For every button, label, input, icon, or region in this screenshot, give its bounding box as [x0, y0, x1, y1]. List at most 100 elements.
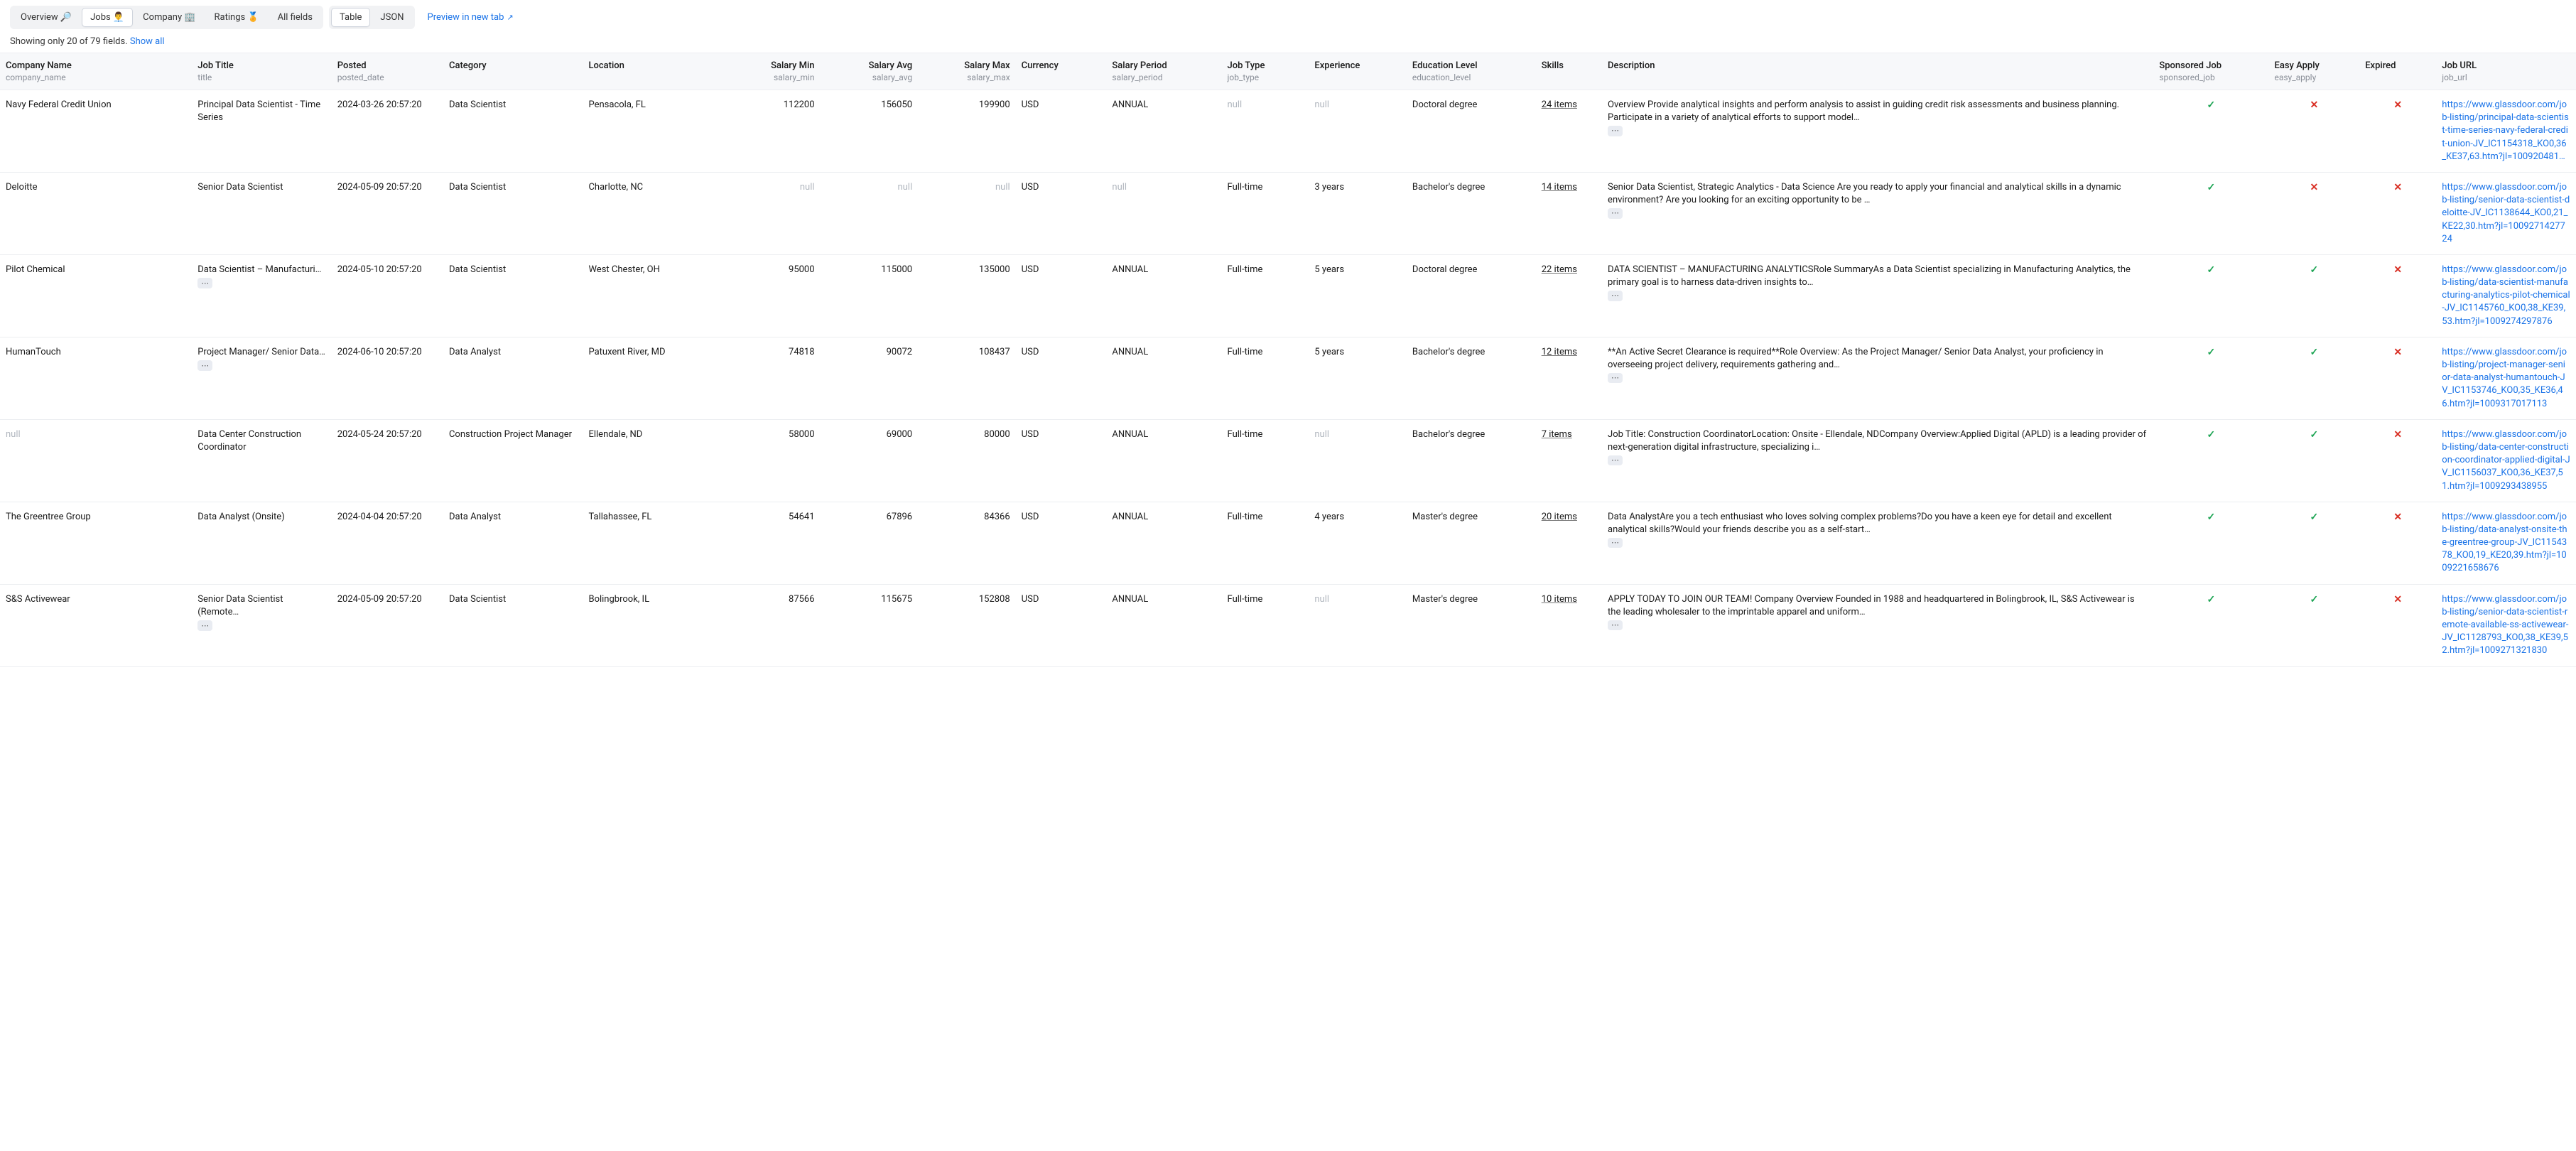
column-header[interactable]: Postedposted_date [332, 53, 443, 90]
education-cell: Doctoral degree [1407, 90, 1536, 173]
entity-tab-1[interactable]: Jobs 👨‍💼 [82, 8, 133, 27]
title-cell: Project Manager/ Senior Data…⋯ [192, 337, 332, 419]
column-header[interactable]: Skills [1536, 53, 1602, 90]
view-tab-0[interactable]: Table [331, 8, 370, 27]
skills-link[interactable]: 22 items [1542, 264, 1577, 276]
location-cell: West Chester, OH [583, 254, 723, 337]
job-url-link[interactable]: https://www.glassdoor.com/job-listing/da… [2442, 264, 2570, 328]
currency-cell: USD [1016, 419, 1107, 502]
sponsored-check-icon: ✓ [2153, 254, 2268, 337]
salary-cell: 67896 [821, 502, 919, 584]
show-all-link[interactable]: Show all [130, 36, 165, 47]
view-tab-1[interactable]: JSON [372, 8, 412, 27]
column-header[interactable]: Job URLjob_url [2436, 53, 2576, 90]
expand-icon[interactable]: ⋯ [1608, 373, 1623, 383]
expand-icon[interactable]: ⋯ [197, 360, 212, 371]
column-header[interactable]: Sponsored Jobsponsored_job [2153, 53, 2268, 90]
column-header[interactable]: Salary Minsalary_min [723, 53, 821, 90]
skills-link[interactable]: 10 items [1542, 593, 1577, 606]
url-cell: https://www.glassdoor.com/job-listing/se… [2436, 584, 2576, 666]
entity-tab-2[interactable]: Company 🏢 [134, 8, 204, 27]
column-header[interactable]: Description [1602, 53, 2153, 90]
experience-cell: 3 years [1309, 172, 1407, 254]
column-subheader: salary_period [1112, 72, 1216, 82]
column-header[interactable]: Salary Avgsalary_avg [821, 53, 919, 90]
description-cell: Senior Data Scientist, Strategic Analyti… [1602, 172, 2153, 254]
null-value: null [1314, 99, 1329, 110]
expand-icon[interactable]: ⋯ [1608, 538, 1623, 548]
expand-icon[interactable]: ⋯ [1608, 126, 1623, 136]
title-cell: Data Center Construction Coordinator [192, 419, 332, 502]
url-cell: https://www.glassdoor.com/job-listing/da… [2436, 254, 2576, 337]
posted-cell: 2024-04-04 20:57:20 [332, 502, 443, 584]
column-header[interactable]: Job Titletitle [192, 53, 332, 90]
salary-cell: 156050 [821, 90, 919, 173]
expand-icon[interactable]: ⋯ [197, 278, 212, 288]
company-cell: null [0, 419, 192, 502]
job-url-link[interactable]: https://www.glassdoor.com/job-listing/pr… [2442, 346, 2570, 411]
column-header[interactable]: Salary Periodsalary_period [1106, 53, 1221, 90]
table-row: DeloitteSenior Data Scientist2024-05-09 … [0, 172, 2576, 254]
sponsored-check-icon: ✓ [2153, 584, 2268, 666]
experience-cell: null [1309, 584, 1407, 666]
column-header[interactable]: Company Namecompany_name [0, 53, 192, 90]
job-url-link[interactable]: https://www.glassdoor.com/job-listing/da… [2442, 511, 2570, 576]
expired-cross-icon: ✕ [2359, 337, 2436, 419]
skills-link[interactable]: 12 items [1542, 346, 1577, 359]
job-url-link[interactable]: https://www.glassdoor.com/job-listing/da… [2442, 428, 2570, 493]
education-cell: Master's degree [1407, 502, 1536, 584]
entity-tab-3[interactable]: Ratings 🏅 [206, 8, 268, 27]
url-cell: https://www.glassdoor.com/job-listing/pr… [2436, 337, 2576, 419]
column-header[interactable]: Job Typejob_type [1222, 53, 1309, 90]
null-value: null [1112, 182, 1127, 193]
job-url-link[interactable]: https://www.glassdoor.com/job-listing/pr… [2442, 99, 2570, 163]
salary-cell: 87566 [723, 584, 821, 666]
preview-in-new-tab[interactable]: Preview in new tab ↗ [421, 9, 521, 26]
education-cell: Bachelor's degree [1407, 172, 1536, 254]
period-cell: ANNUAL [1106, 337, 1221, 419]
education-cell: Doctoral degree [1407, 254, 1536, 337]
column-header[interactable]: Easy Applyeasy_apply [2268, 53, 2359, 90]
salary-cell: null [723, 172, 821, 254]
column-header[interactable]: Expired [2359, 53, 2436, 90]
salary-cell: 90072 [821, 337, 919, 419]
column-header[interactable]: Location [583, 53, 723, 90]
period-cell: ANNUAL [1106, 419, 1221, 502]
salary-cell: 199900 [918, 90, 1016, 173]
jobtype-cell: Full-time [1222, 254, 1309, 337]
location-cell: Ellendale, ND [583, 419, 723, 502]
job-url-link[interactable]: https://www.glassdoor.com/job-listing/se… [2442, 181, 2570, 246]
currency-cell: USD [1016, 90, 1107, 173]
jobtype-cell: Full-time [1222, 502, 1309, 584]
skills-link[interactable]: 24 items [1542, 99, 1577, 112]
entity-tab-4[interactable]: All fields [269, 8, 321, 27]
expand-icon[interactable]: ⋯ [1608, 620, 1623, 630]
null-value: null [800, 182, 815, 193]
column-subheader: company_name [6, 72, 186, 82]
salary-cell: null [821, 172, 919, 254]
column-header[interactable]: Category [443, 53, 583, 90]
expand-icon[interactable]: ⋯ [1608, 208, 1623, 218]
skills-link[interactable]: 7 items [1542, 428, 1572, 441]
column-header[interactable]: Currency [1016, 53, 1107, 90]
category-cell: Data Analyst [443, 337, 583, 419]
skills-link[interactable]: 20 items [1542, 511, 1577, 524]
job-url-link[interactable]: https://www.glassdoor.com/job-listing/se… [2442, 593, 2570, 658]
expand-icon[interactable]: ⋯ [197, 620, 212, 631]
skills-link[interactable]: 14 items [1542, 181, 1577, 194]
easy-apply-check-icon: ✓ [2268, 584, 2359, 666]
expand-icon[interactable]: ⋯ [1608, 455, 1623, 465]
expand-icon[interactable]: ⋯ [1608, 291, 1623, 301]
experience-cell: 5 years [1309, 337, 1407, 419]
jobtype-cell: Full-time [1222, 337, 1309, 419]
column-header[interactable]: Education Leveleducation_level [1407, 53, 1536, 90]
column-header[interactable]: Salary Maxsalary_max [918, 53, 1016, 90]
period-cell: ANNUAL [1106, 502, 1221, 584]
easy-apply-check-icon: ✓ [2268, 502, 2359, 584]
skills-cell: 20 items [1536, 502, 1602, 584]
url-cell: https://www.glassdoor.com/job-listing/da… [2436, 419, 2576, 502]
column-header[interactable]: Experience [1309, 53, 1407, 90]
entity-tab-0[interactable]: Overview 🔎 [12, 8, 80, 27]
location-cell: Charlotte, NC [583, 172, 723, 254]
skills-cell: 14 items [1536, 172, 1602, 254]
